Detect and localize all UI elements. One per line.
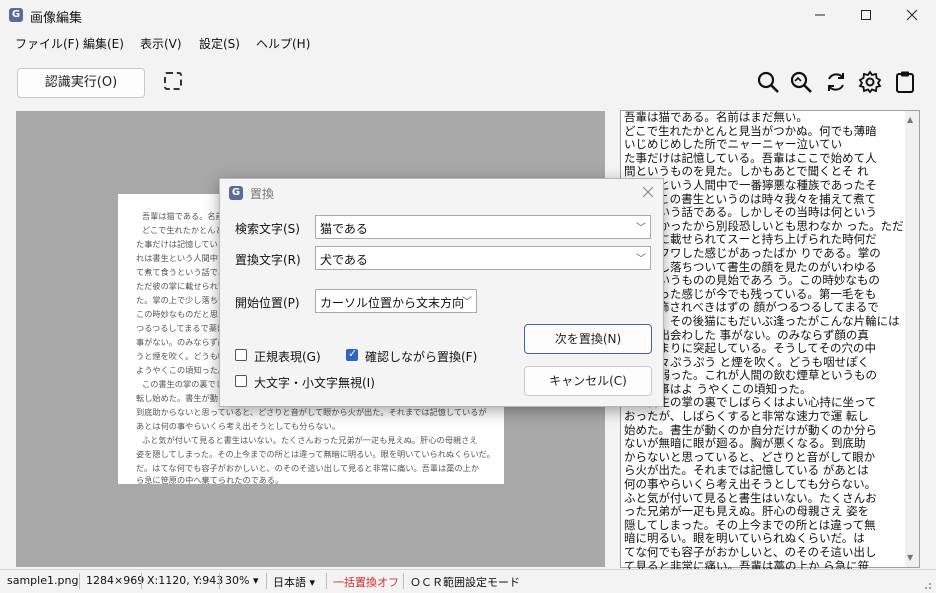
maximize-icon [861, 10, 871, 20]
scroll-up-icon[interactable]: ▲ [907, 115, 913, 124]
ocr-text-area[interactable]: 吾輩は猫である。名前はまだ無い。 どこで生れたかとんと見当がつかぬ。何でも薄暗 … [620, 110, 920, 586]
status-divider [219, 573, 220, 589]
gear-icon[interactable] [858, 70, 882, 94]
app-icon: G [9, 8, 23, 22]
scroll-down-icon[interactable]: ▼ [907, 553, 913, 562]
chevron-down-icon[interactable]: ﹀ [636, 250, 646, 265]
search-label: 検索文字(S) [235, 222, 300, 236]
status-filename: sample1.png [7, 574, 79, 587]
checkmark-icon: ✓ [348, 347, 358, 360]
page-line: ら急に笹原の中へ棄てられたのである。 [136, 475, 284, 485]
cancel-button[interactable]: キャンセル(C) [524, 366, 652, 396]
status-language-value: 日本語 [273, 576, 306, 589]
regex-checkbox[interactable] [235, 349, 247, 361]
caret-down-icon: ▾ [252, 574, 259, 587]
selection-area-icon[interactable] [164, 72, 182, 90]
rotate-refresh-icon[interactable] [824, 70, 848, 94]
chevron-down-icon[interactable]: ﹀ [462, 293, 472, 308]
ocr-run-button[interactable]: 認識実行(O) [17, 68, 145, 98]
replace-label: 置換文字(R) [235, 253, 301, 267]
close-button[interactable] [889, 0, 935, 31]
status-divider [403, 573, 404, 589]
clipboard-icon[interactable] [893, 70, 917, 94]
minimize-button[interactable] [797, 0, 843, 31]
status-bar: sample1.png 1284×969 X:1120, Y:943 30% ▾… [0, 569, 936, 593]
status-divider [326, 573, 327, 589]
status-language[interactable]: 日本語 ▾ [273, 574, 315, 590]
page-line: 姿を隠してしまった。その上今までの所とは違って無暗に明るい。眼を明いていられぬく… [136, 449, 495, 459]
replace-field[interactable]: 犬である ﹀ [315, 246, 651, 270]
replace-next-button[interactable]: 次を置換(N) [524, 324, 652, 354]
status-ocr-mode: ＯＣＲ範囲設定モード [410, 576, 520, 589]
window-title: 画像編集 [30, 11, 83, 26]
dialog-app-icon: G [229, 186, 243, 200]
dialog-title: 置換 [250, 187, 275, 201]
ocr-text-content: 吾輩は猫である。名前はまだ無い。 どこで生れたかとんと見当がつかぬ。何でも薄暗 … [624, 110, 904, 586]
confirm-label: 確認しながら置換(F) [365, 350, 478, 364]
chevron-down-icon[interactable]: ﹀ [636, 219, 646, 234]
status-divider [79, 573, 80, 589]
title-bar: G 画像編集 [0, 0, 936, 31]
maximize-button[interactable] [843, 0, 889, 31]
caret-down-icon: ▾ [309, 576, 316, 589]
start-position-label: 開始位置(P) [235, 296, 300, 310]
page-line: ふと気が付いて見ると書生はいない。たくさんおった兄弟が一疋も見えぬ。肝心の母親さ… [142, 435, 478, 445]
close-icon[interactable] [642, 186, 654, 198]
page-line: あとは何の事やらいくら考え出そうとしても分らない。 [136, 421, 341, 431]
start-position-select[interactable]: カーソル位置から文末方向 ﹀ [315, 289, 477, 313]
search-field-value: 猫である [320, 222, 368, 236]
menu-help[interactable]: ヘルプ(H) [256, 35, 310, 52]
status-coordinates: X:1120, Y:943 [147, 574, 224, 587]
confirm-checkbox[interactable]: ✓ [346, 347, 358, 361]
minimize-icon [815, 14, 825, 16]
replace-field-value: 犬である [320, 253, 368, 267]
status-dimensions: 1284×969 [86, 574, 145, 587]
text-scrollbar[interactable]: ▲ ▼ [905, 111, 919, 567]
regex-label: 正規表現(G) [254, 350, 321, 364]
close-icon [906, 9, 918, 21]
status-replace-mode[interactable]: 一括置換オフ [333, 574, 399, 590]
menu-settings[interactable]: 設定(S) [199, 35, 240, 52]
zoom-search-icon[interactable] [789, 70, 813, 94]
resize-grip-icon[interactable] [920, 578, 932, 590]
replace-dialog: G 置換 検索文字(S) 猫である ﹀ 置換文字(R) 犬である ﹀ 開始位置(… [219, 178, 664, 407]
menu-bar: ファイル(F) 編集(E) 表示(V) 設定(S) ヘルプ(H) [0, 31, 936, 55]
toolbar: 認識実行(O) [0, 56, 936, 108]
page-line: 到底助からないと思っていると、どさりと音がして眼から火が出た。それまでは記憶して… [136, 407, 487, 417]
ignore-case-label: 大文字・小文字無視(I) [254, 376, 375, 390]
status-zoom-value: 30% [225, 574, 250, 587]
search-field[interactable]: 猫である ﹀ [315, 215, 651, 239]
start-position-value: カーソル位置から文末方向 [320, 296, 465, 310]
menu-view[interactable]: 表示(V) [140, 35, 182, 52]
search-icon[interactable] [756, 70, 780, 94]
status-divider [141, 573, 142, 589]
page-line: だ。はてな何でも容子がおかしいと、のそのそ這い出して見ると非常に痛い。吾輩は藁の… [136, 463, 480, 473]
status-divider [266, 573, 267, 589]
ignore-case-checkbox[interactable] [235, 375, 247, 387]
menu-file[interactable]: ファイル(F) [15, 35, 79, 52]
menu-edit[interactable]: 編集(E) [83, 35, 124, 52]
status-zoom[interactable]: 30% ▾ [225, 574, 258, 587]
page-line: ようやくこの頃知った。 [136, 365, 227, 375]
